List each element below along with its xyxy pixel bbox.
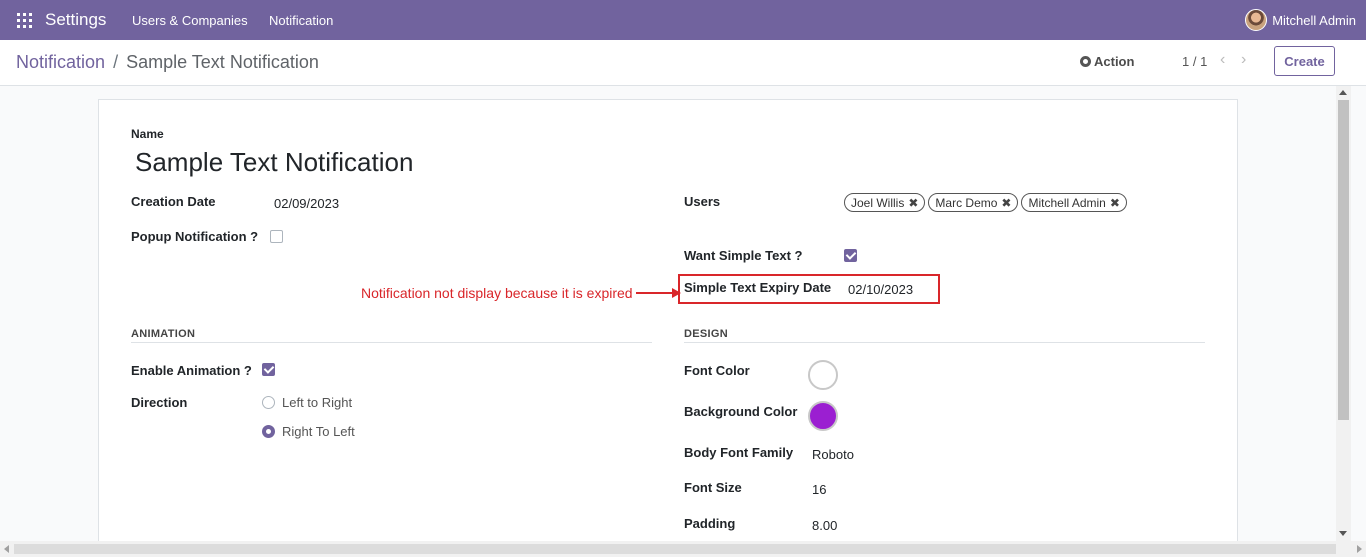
chevron-right-icon[interactable]: ›: [1241, 51, 1246, 69]
menu-notification[interactable]: Notification: [269, 13, 333, 28]
expired-annotation: Notification not display because it is e…: [361, 285, 633, 301]
design-section-header: DESIGN: [684, 328, 728, 340]
gear-icon: [1080, 56, 1091, 67]
scroll-down-icon[interactable]: [1339, 531, 1347, 536]
design-divider: [684, 342, 1205, 343]
avatar: [1245, 9, 1268, 31]
direction-left-to-right-radio[interactable]: [262, 396, 275, 409]
font-color-label: Font Color: [684, 363, 750, 378]
direction-right-to-left-radio[interactable]: [262, 425, 275, 438]
body-font-family-label: Body Font Family: [684, 445, 794, 460]
top-navbar: Settings Users & Companies Notification …: [0, 0, 1366, 40]
padding-value[interactable]: 8.00: [812, 518, 837, 533]
user-menu[interactable]: Mitchell Admin: [1245, 9, 1356, 31]
app-brand[interactable]: Settings: [45, 10, 106, 30]
create-button[interactable]: Create: [1274, 46, 1335, 76]
scroll-up-icon[interactable]: [1339, 90, 1347, 95]
body-font-family-value[interactable]: Roboto: [812, 447, 854, 462]
annotation-arrow-head: [672, 288, 681, 298]
name-label: Name: [131, 127, 164, 141]
creation-date-value: 02/09/2023: [274, 196, 340, 211]
user-tag: Mitchell Admin ✖: [1021, 193, 1127, 212]
font-size-value[interactable]: 16: [812, 482, 826, 497]
action-label: Action: [1094, 54, 1135, 69]
chevron-left-icon[interactable]: ‹: [1220, 51, 1225, 69]
background-color-swatch[interactable]: [808, 401, 838, 431]
animation-divider: [131, 342, 652, 343]
scroll-left-icon[interactable]: [4, 545, 9, 553]
close-icon[interactable]: ✖: [1110, 196, 1120, 210]
expiry-date-value[interactable]: 02/10/2023: [848, 282, 913, 297]
animation-section-header: ANIMATION: [131, 328, 196, 340]
font-size-label: Font Size: [684, 480, 742, 495]
background-color-label: Background Color: [684, 404, 798, 419]
user-name: Mitchell Admin: [1272, 12, 1356, 28]
breadcrumb-notification[interactable]: Notification: [16, 52, 105, 72]
pager-value[interactable]: 1 / 1: [1182, 54, 1207, 69]
direction-label: Direction: [131, 395, 188, 410]
user-tag: Marc Demo ✖: [928, 193, 1019, 212]
users-tags[interactable]: Joel Willis ✖ Marc Demo ✖ Mitchell Admin ✖: [844, 193, 1127, 212]
action-button[interactable]: Action: [1080, 54, 1134, 69]
users-label: Users: [684, 194, 721, 209]
breadcrumb-current: Sample Text Notification: [126, 52, 319, 72]
vertical-scroll-thumb[interactable]: [1338, 100, 1349, 420]
breadcrumb-separator: /: [113, 52, 119, 72]
padding-label: Padding: [684, 516, 736, 531]
control-panel: Notification / Sample Text Notification …: [0, 40, 1366, 86]
popup-notification-label: Popup Notification ?: [131, 229, 259, 244]
user-tag: Joel Willis ✖: [844, 193, 926, 212]
enable-animation-checkbox[interactable]: [262, 363, 275, 376]
enable-animation-label: Enable Animation ?: [131, 363, 252, 378]
popup-notification-checkbox[interactable]: [270, 230, 283, 243]
font-color-swatch[interactable]: [808, 360, 838, 390]
menu-users-companies[interactable]: Users & Companies: [132, 13, 248, 28]
expiry-date-label: Simple Text Expiry Date: [684, 280, 832, 295]
apps-menu-icon[interactable]: [17, 13, 32, 28]
scroll-right-icon[interactable]: [1357, 545, 1362, 553]
name-field[interactable]: Sample Text Notification: [135, 147, 413, 178]
creation-date-label: Creation Date: [131, 194, 216, 209]
breadcrumb: Notification / Sample Text Notification: [16, 52, 319, 73]
horizontal-scroll-thumb[interactable]: [14, 544, 1336, 554]
want-simple-text-checkbox[interactable]: [844, 249, 857, 262]
direction-left-to-right-label[interactable]: Left to Right: [282, 395, 352, 410]
close-icon[interactable]: ✖: [908, 196, 918, 210]
annotation-arrow: [636, 292, 674, 294]
direction-right-to-left-label[interactable]: Right To Left: [282, 424, 355, 439]
close-icon[interactable]: ✖: [1001, 196, 1011, 210]
want-simple-text-label: Want Simple Text ?: [684, 248, 803, 263]
